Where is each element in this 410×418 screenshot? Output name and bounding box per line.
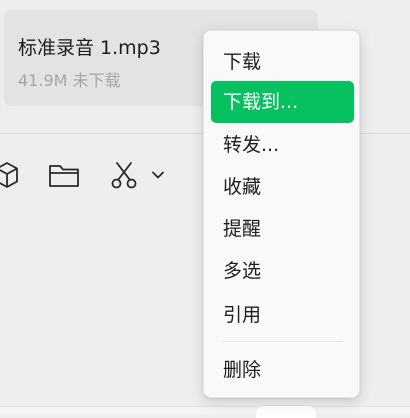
menu-item-remind[interactable]: 提醒 [211, 208, 354, 250]
chevron-down-icon[interactable] [148, 158, 168, 192]
menu-item-download[interactable]: 下载 [211, 41, 354, 83]
menu-item-multiselect[interactable]: 多选 [211, 250, 354, 292]
menu-item-delete[interactable]: 删除 [211, 349, 354, 391]
menu-item-forward[interactable]: 转发... [211, 124, 354, 166]
menu-separator [223, 341, 343, 342]
menu-item-favorite[interactable]: 收藏 [211, 166, 354, 208]
box-icon[interactable] [0, 158, 22, 192]
menu-item-quote[interactable]: 引用 [211, 294, 354, 336]
file-name: 标准录音 1.mp3 [18, 37, 161, 59]
input-box-corner [256, 405, 316, 418]
scissors-icon[interactable] [104, 158, 144, 192]
file-size-status: 41.9M 未下载 [18, 71, 121, 90]
menu-item-download-to[interactable]: 下载到... [211, 81, 354, 123]
context-menu: 下载 下载到... 转发... 收藏 提醒 多选 引用 删除 [203, 30, 360, 398]
folder-icon[interactable] [44, 158, 84, 192]
